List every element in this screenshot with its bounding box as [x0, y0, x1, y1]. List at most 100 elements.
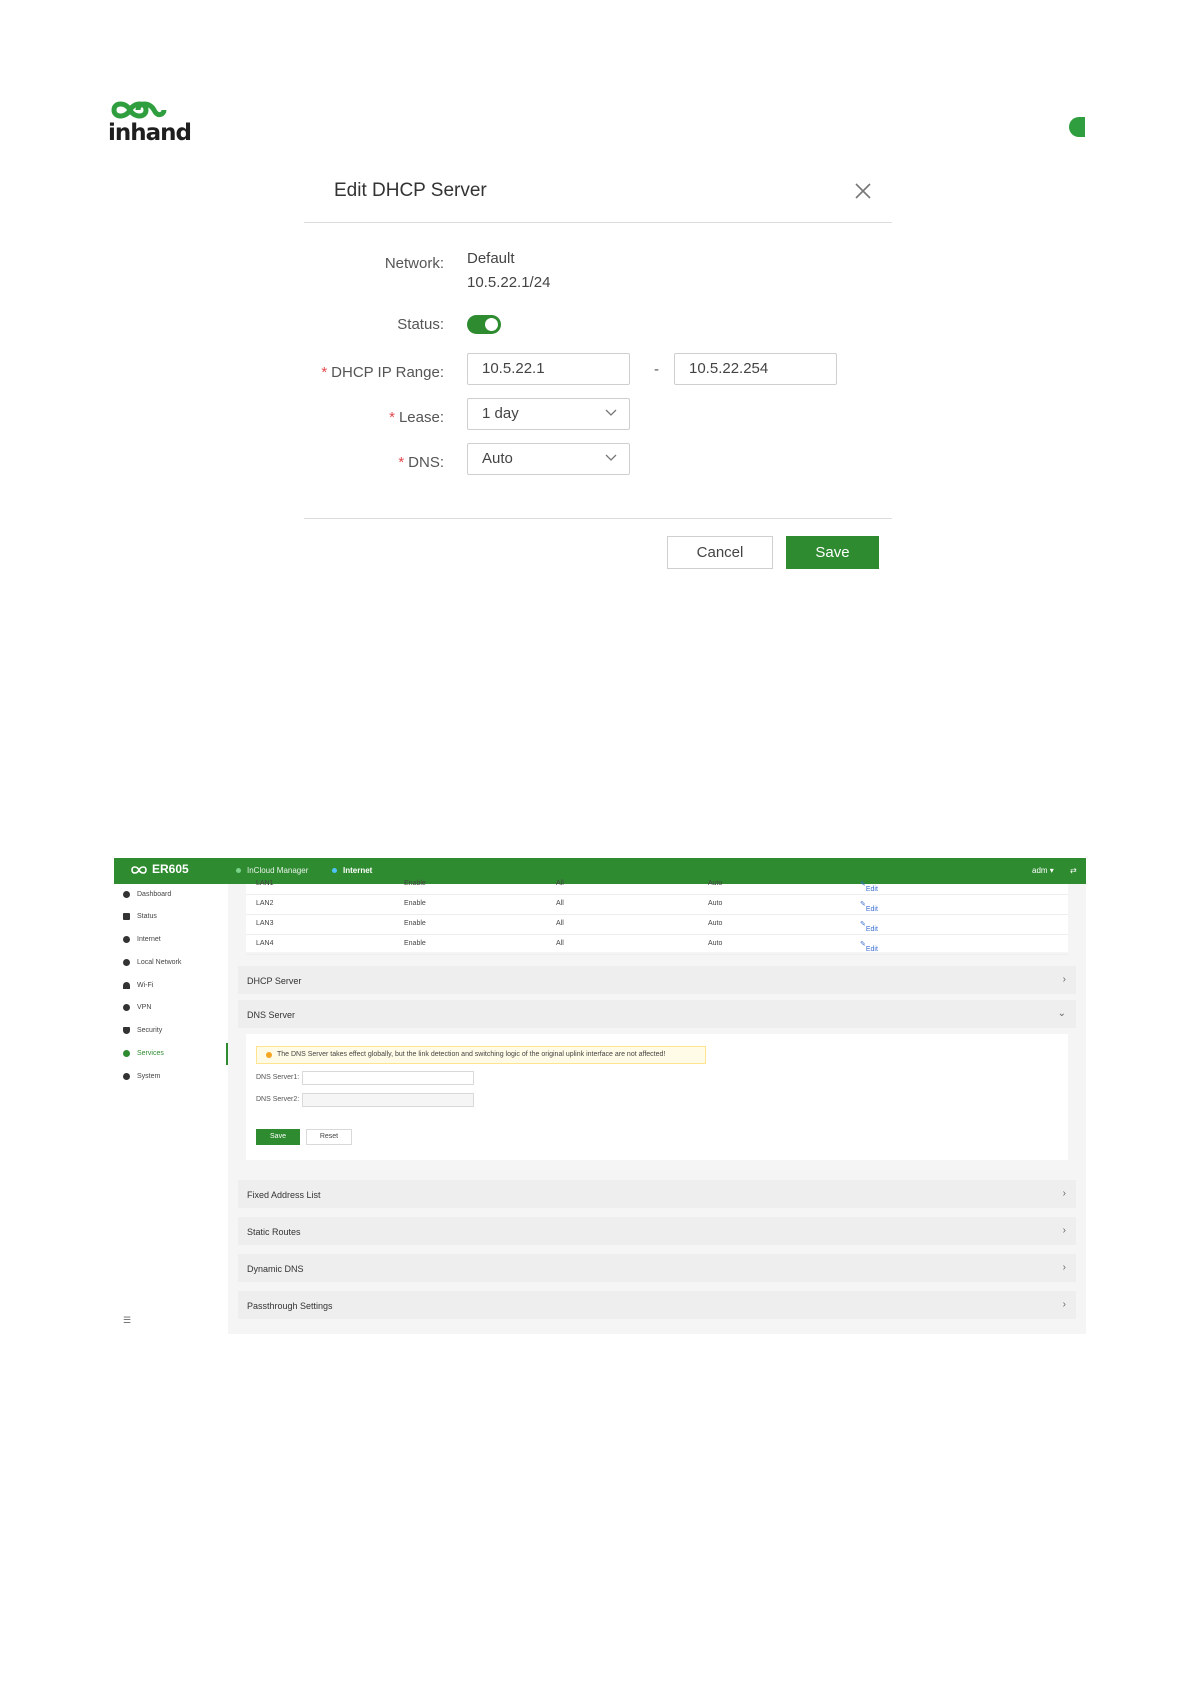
- cell-scope: All: [556, 940, 564, 947]
- vpn-icon: [123, 1004, 130, 1011]
- main-content: LAN1 Enable All Auto ✎ Edit LAN2 Enable …: [238, 880, 1076, 1334]
- range-start-input[interactable]: 10.5.22.1: [467, 353, 630, 385]
- cell-scope: All: [556, 880, 564, 887]
- lease-label: * Lease:: [304, 409, 444, 426]
- dns-server2-label: DNS Server2:: [256, 1096, 300, 1103]
- section-dynamic-dns[interactable]: Dynamic DNS ›: [238, 1254, 1076, 1282]
- dashboard-icon: [123, 891, 130, 898]
- sidebar-item-system[interactable]: System: [114, 1066, 228, 1088]
- sidebar-item-dashboard[interactable]: Dashboard: [114, 884, 228, 906]
- section-passthrough-settings[interactable]: Passthrough Settings ›: [238, 1291, 1076, 1319]
- section-static-routes[interactable]: Static Routes ›: [238, 1217, 1076, 1245]
- required-mark: *: [389, 409, 395, 426]
- sidebar-item-security[interactable]: Security: [114, 1020, 228, 1042]
- dns-reset-button[interactable]: Reset: [306, 1129, 352, 1145]
- edit-link[interactable]: ✎ Edit: [860, 880, 878, 893]
- status-dot-icon: [236, 868, 241, 874]
- cell-name: LAN4: [256, 940, 274, 947]
- sidebar-item-services[interactable]: Services: [114, 1043, 228, 1065]
- chevron-right-icon: ›: [1062, 1299, 1066, 1310]
- chevron-right-icon: ›: [1062, 974, 1066, 985]
- section-title: Fixed Address List: [247, 1190, 321, 1200]
- chevron-right-icon: ›: [1062, 1188, 1066, 1199]
- chevron-down-icon: [605, 409, 617, 416]
- brand-logo-icon: [131, 866, 147, 874]
- sidebar-item-label: Wi-Fi: [137, 982, 154, 989]
- dns-value: Auto: [482, 450, 513, 467]
- dns-label: * DNS:: [304, 454, 444, 471]
- edit-link[interactable]: ✎ Edit: [860, 920, 878, 933]
- edit-link[interactable]: ✎ Edit: [860, 940, 878, 953]
- sidebar-item-label: Security: [137, 1027, 163, 1034]
- cell-status: Enable: [404, 880, 426, 887]
- logo-mark-icon: [111, 101, 167, 119]
- edit-link[interactable]: ✎ Edit: [860, 900, 878, 913]
- dhcp-range-label: * DHCP IP Range:: [304, 364, 444, 381]
- sidebar-item-label: Internet: [137, 936, 161, 943]
- decorative-tab: [1069, 117, 1085, 137]
- range-end-input[interactable]: 10.5.22.254: [674, 353, 837, 385]
- cell-dns: Auto: [708, 900, 723, 907]
- lease-select[interactable]: 1 day: [467, 398, 630, 430]
- section-title: Dynamic DNS: [247, 1264, 304, 1274]
- router-services-page: ER605 InCloud Manager Internet adm ▾ ⇄ D…: [114, 858, 1086, 1334]
- table-row: LAN4 Enable All Auto ✎ Edit: [246, 934, 1068, 955]
- dns-label-text: DNS:: [408, 454, 444, 471]
- sidebar-item-vpn[interactable]: VPN: [114, 997, 228, 1019]
- dns-server-panel: The DNS Server takes effect globally, bu…: [246, 1034, 1068, 1160]
- edit-label: Edit: [865, 886, 878, 893]
- cancel-button[interactable]: Cancel: [667, 536, 773, 569]
- language-icon[interactable]: ⇄: [1070, 866, 1077, 875]
- sidebar-item-label: System: [137, 1073, 161, 1080]
- dialog-title: Edit DHCP Server: [334, 180, 487, 201]
- sidebar-item-internet[interactable]: Internet: [114, 929, 228, 951]
- dns-warning-banner: The DNS Server takes effect globally, bu…: [256, 1046, 706, 1064]
- sidebar-item-status[interactable]: Status: [114, 906, 228, 928]
- sidebar-item-label: Services: [137, 1050, 164, 1057]
- section-fixed-address-list[interactable]: Fixed Address List ›: [238, 1180, 1076, 1208]
- local-network-icon: [123, 959, 130, 966]
- save-button[interactable]: Save: [786, 536, 879, 569]
- wifi-icon: [123, 982, 130, 989]
- edit-label: Edit: [865, 906, 878, 913]
- section-dhcp-server[interactable]: DHCP Server ›: [238, 966, 1076, 994]
- sidebar-item-local-network[interactable]: Local Network: [114, 952, 228, 974]
- sidebar-item-label: Dashboard: [137, 891, 172, 898]
- sidebar-item-wifi[interactable]: Wi-Fi: [114, 975, 228, 997]
- section-dns-server[interactable]: DNS Server ⌄: [238, 1000, 1076, 1028]
- section-title: Passthrough Settings: [247, 1301, 333, 1311]
- close-icon[interactable]: [852, 180, 874, 202]
- toggle-knob: [485, 318, 498, 331]
- cell-dns: Auto: [708, 880, 723, 887]
- dns-save-button[interactable]: Save: [256, 1129, 300, 1145]
- dns-server1-input[interactable]: [302, 1071, 474, 1085]
- required-mark: *: [398, 454, 405, 471]
- dns-server2-input[interactable]: [302, 1093, 474, 1107]
- dns-server1-label: DNS Server1:: [256, 1074, 300, 1081]
- divider: [304, 518, 892, 519]
- warning-text: The DNS Server takes effect globally, bu…: [277, 1051, 666, 1058]
- section-title: DNS Server: [247, 1010, 296, 1020]
- status-dot-icon: [332, 868, 337, 874]
- collapse-menu-icon[interactable]: ☰: [123, 1315, 131, 1326]
- network-name: Default: [467, 250, 515, 267]
- edit-label: Edit: [865, 946, 878, 953]
- internet-icon: [123, 936, 130, 943]
- status-icon: [123, 913, 130, 920]
- dhcp-range-label-text: DHCP IP Range:: [331, 364, 444, 381]
- status-toggle[interactable]: [467, 315, 501, 334]
- edit-label: Edit: [865, 926, 878, 933]
- lease-value: 1 day: [482, 405, 519, 422]
- cell-scope: All: [556, 920, 564, 927]
- chevron-right-icon: ›: [1062, 1262, 1066, 1273]
- dns-select[interactable]: Auto: [467, 443, 630, 475]
- sidebar-item-label: Local Network: [137, 959, 182, 966]
- required-mark: *: [321, 364, 328, 381]
- sidebar: Dashboard Status Internet Local Network …: [114, 884, 228, 1334]
- lan-table: LAN1 Enable All Auto ✎ Edit LAN2 Enable …: [246, 880, 1068, 955]
- gear-icon: [123, 1073, 130, 1080]
- chevron-right-icon: ›: [1062, 1225, 1066, 1236]
- status-label: Status:: [397, 316, 444, 333]
- cell-scope: All: [556, 900, 564, 907]
- section-title: Static Routes: [247, 1227, 301, 1237]
